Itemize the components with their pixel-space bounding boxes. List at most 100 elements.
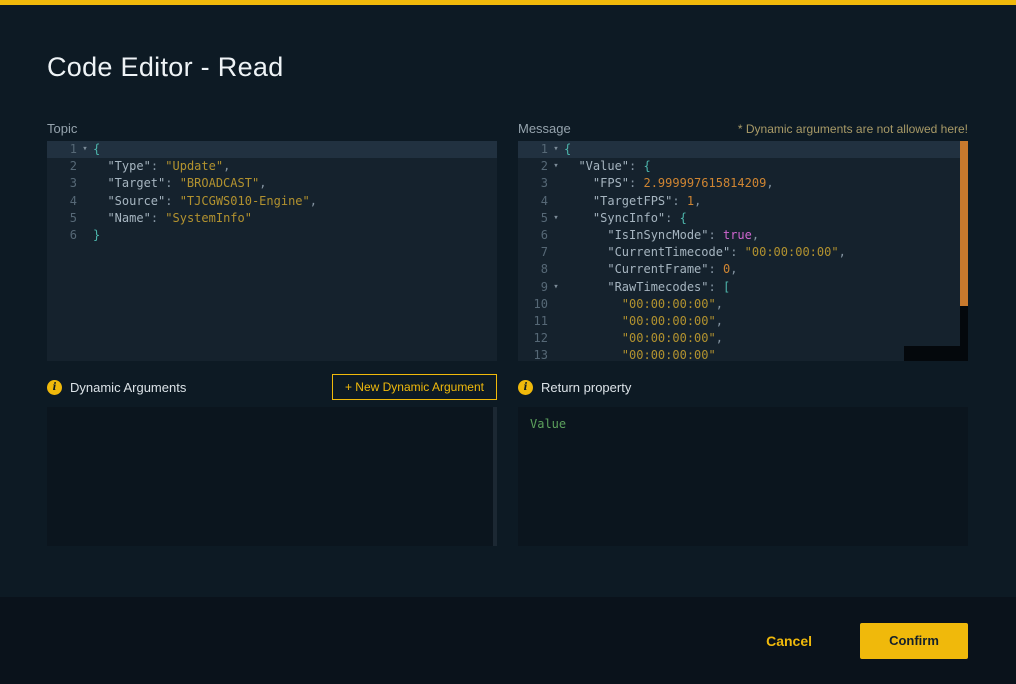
code-token <box>564 176 593 190</box>
code-token: : <box>165 176 179 190</box>
code-token <box>564 314 622 328</box>
code-line[interactable]: 6} <box>47 227 497 244</box>
code-token: "RawTimecodes" <box>607 280 708 294</box>
code-token: "Update" <box>165 159 223 173</box>
fold-arrow-icon[interactable]: ▾ <box>548 210 564 227</box>
fold-spacer <box>77 193 93 210</box>
dynamic-arguments-scrollbar[interactable] <box>493 407 497 546</box>
fold-spacer <box>548 261 564 278</box>
line-number: 3 <box>47 175 77 192</box>
code-token: 2.999997615814209 <box>643 176 766 190</box>
code-line[interactable]: 4 "TargetFPS": 1, <box>518 193 968 210</box>
fold-spacer <box>77 227 93 244</box>
message-section: Message * Dynamic arguments are not allo… <box>518 121 968 361</box>
code-token: : <box>672 194 686 208</box>
fold-spacer <box>77 210 93 227</box>
fold-spacer <box>77 175 93 192</box>
message-label: Message <box>518 121 571 136</box>
info-icon: i <box>518 380 533 395</box>
code-line[interactable]: 9▾ "RawTimecodes": [ <box>518 279 968 296</box>
code-token <box>564 159 578 173</box>
topic-label: Topic <box>47 121 77 136</box>
code-line[interactable]: 5 "Name": "SystemInfo" <box>47 210 497 227</box>
code-token <box>564 297 622 311</box>
code-token: "TargetFPS" <box>593 194 672 208</box>
code-token: { <box>643 159 650 173</box>
topic-header: Topic <box>47 121 497 141</box>
topic-section: Topic 1▾{2 "Type": "Update",3 "Target": … <box>47 121 497 361</box>
code-line[interactable]: 8 "CurrentFrame": 0, <box>518 261 968 278</box>
code-line[interactable]: 1▾{ <box>518 141 968 158</box>
fold-spacer <box>548 227 564 244</box>
code-token: , <box>716 297 723 311</box>
code-line[interactable]: 12 "00:00:00:00", <box>518 330 968 347</box>
code-line[interactable]: 3 "Target": "BROADCAST", <box>47 175 497 192</box>
fold-arrow-icon[interactable]: ▾ <box>77 141 93 158</box>
code-token <box>93 176 107 190</box>
return-property-section: i Return property Value <box>518 374 968 546</box>
page-title: Code Editor - Read <box>47 52 284 83</box>
code-token: : <box>151 211 165 225</box>
code-token: : <box>629 159 643 173</box>
code-text: "Name": "SystemInfo" <box>93 210 497 227</box>
top-accent-bar <box>0 0 1016 5</box>
code-text: "00:00:00:00", <box>564 296 968 313</box>
cancel-button[interactable]: Cancel <box>760 632 818 650</box>
message-code-editor[interactable]: 1▾{2▾ "Value": {3 "FPS": 2.9999976158142… <box>518 141 968 361</box>
code-line[interactable]: 11 "00:00:00:00", <box>518 313 968 330</box>
code-line[interactable]: 1▾{ <box>47 141 497 158</box>
code-text: "00:00:00:00", <box>564 330 968 347</box>
line-number: 10 <box>518 296 548 313</box>
return-property-panel[interactable]: Value <box>518 407 968 546</box>
code-line[interactable]: 2 "Type": "Update", <box>47 158 497 175</box>
fold-arrow-icon[interactable]: ▾ <box>548 279 564 296</box>
code-line[interactable]: 13 "00:00:00:00" <box>518 347 968 361</box>
code-line[interactable]: 2▾ "Value": { <box>518 158 968 175</box>
code-token: "00:00:00:00" <box>745 245 839 259</box>
line-number: 1 <box>47 141 77 158</box>
dynamic-arguments-note: * Dynamic arguments are not allowed here… <box>738 122 968 136</box>
confirm-button[interactable]: Confirm <box>860 623 968 659</box>
code-token <box>93 211 107 225</box>
code-text: { <box>93 141 497 158</box>
line-number: 8 <box>518 261 548 278</box>
code-line[interactable]: 7 "CurrentTimecode": "00:00:00:00", <box>518 244 968 261</box>
code-text: "SyncInfo": { <box>564 210 968 227</box>
topic-code-editor[interactable]: 1▾{2 "Type": "Update",3 "Target": "BROAD… <box>47 141 497 361</box>
code-token <box>564 348 622 361</box>
code-token <box>93 194 107 208</box>
code-token: { <box>564 142 571 156</box>
fold-arrow-icon[interactable]: ▾ <box>548 141 564 158</box>
new-dynamic-argument-button[interactable]: + New Dynamic Argument <box>332 374 497 400</box>
scrollbar-thumb[interactable] <box>960 141 968 306</box>
code-token: } <box>93 228 100 242</box>
fold-arrow-icon[interactable]: ▾ <box>548 158 564 175</box>
dynamic-arguments-panel[interactable] <box>47 407 497 546</box>
editor-vertical-scrollbar[interactable] <box>960 141 968 361</box>
line-number: 7 <box>518 244 548 261</box>
code-token: , <box>766 176 773 190</box>
return-property-label: Return property <box>541 380 631 395</box>
code-line[interactable]: 4 "Source": "TJCGWS010-Engine", <box>47 193 497 210</box>
code-token: "IsInSyncMode" <box>607 228 708 242</box>
code-token: "BROADCAST" <box>180 176 259 190</box>
code-token <box>564 211 593 225</box>
code-text: "00:00:00:00", <box>564 313 968 330</box>
code-text: "FPS": 2.999997615814209, <box>564 175 968 192</box>
code-text: "Value": { <box>564 158 968 175</box>
code-line[interactable]: 3 "FPS": 2.999997615814209, <box>518 175 968 192</box>
code-line[interactable]: 6 "IsInSyncMode": true, <box>518 227 968 244</box>
code-token <box>564 245 607 259</box>
code-token: , <box>716 314 723 328</box>
code-token: : <box>709 280 723 294</box>
code-token: "Source" <box>107 194 165 208</box>
code-token: "SyncInfo" <box>593 211 665 225</box>
code-line[interactable]: 10 "00:00:00:00", <box>518 296 968 313</box>
return-property-value: Value <box>530 417 566 431</box>
code-token: "00:00:00:00" <box>622 297 716 311</box>
code-token: "00:00:00:00" <box>622 331 716 345</box>
code-text: "CurrentTimecode": "00:00:00:00", <box>564 244 968 261</box>
code-token: [ <box>723 280 730 294</box>
code-line[interactable]: 5▾ "SyncInfo": { <box>518 210 968 227</box>
code-token: , <box>310 194 317 208</box>
